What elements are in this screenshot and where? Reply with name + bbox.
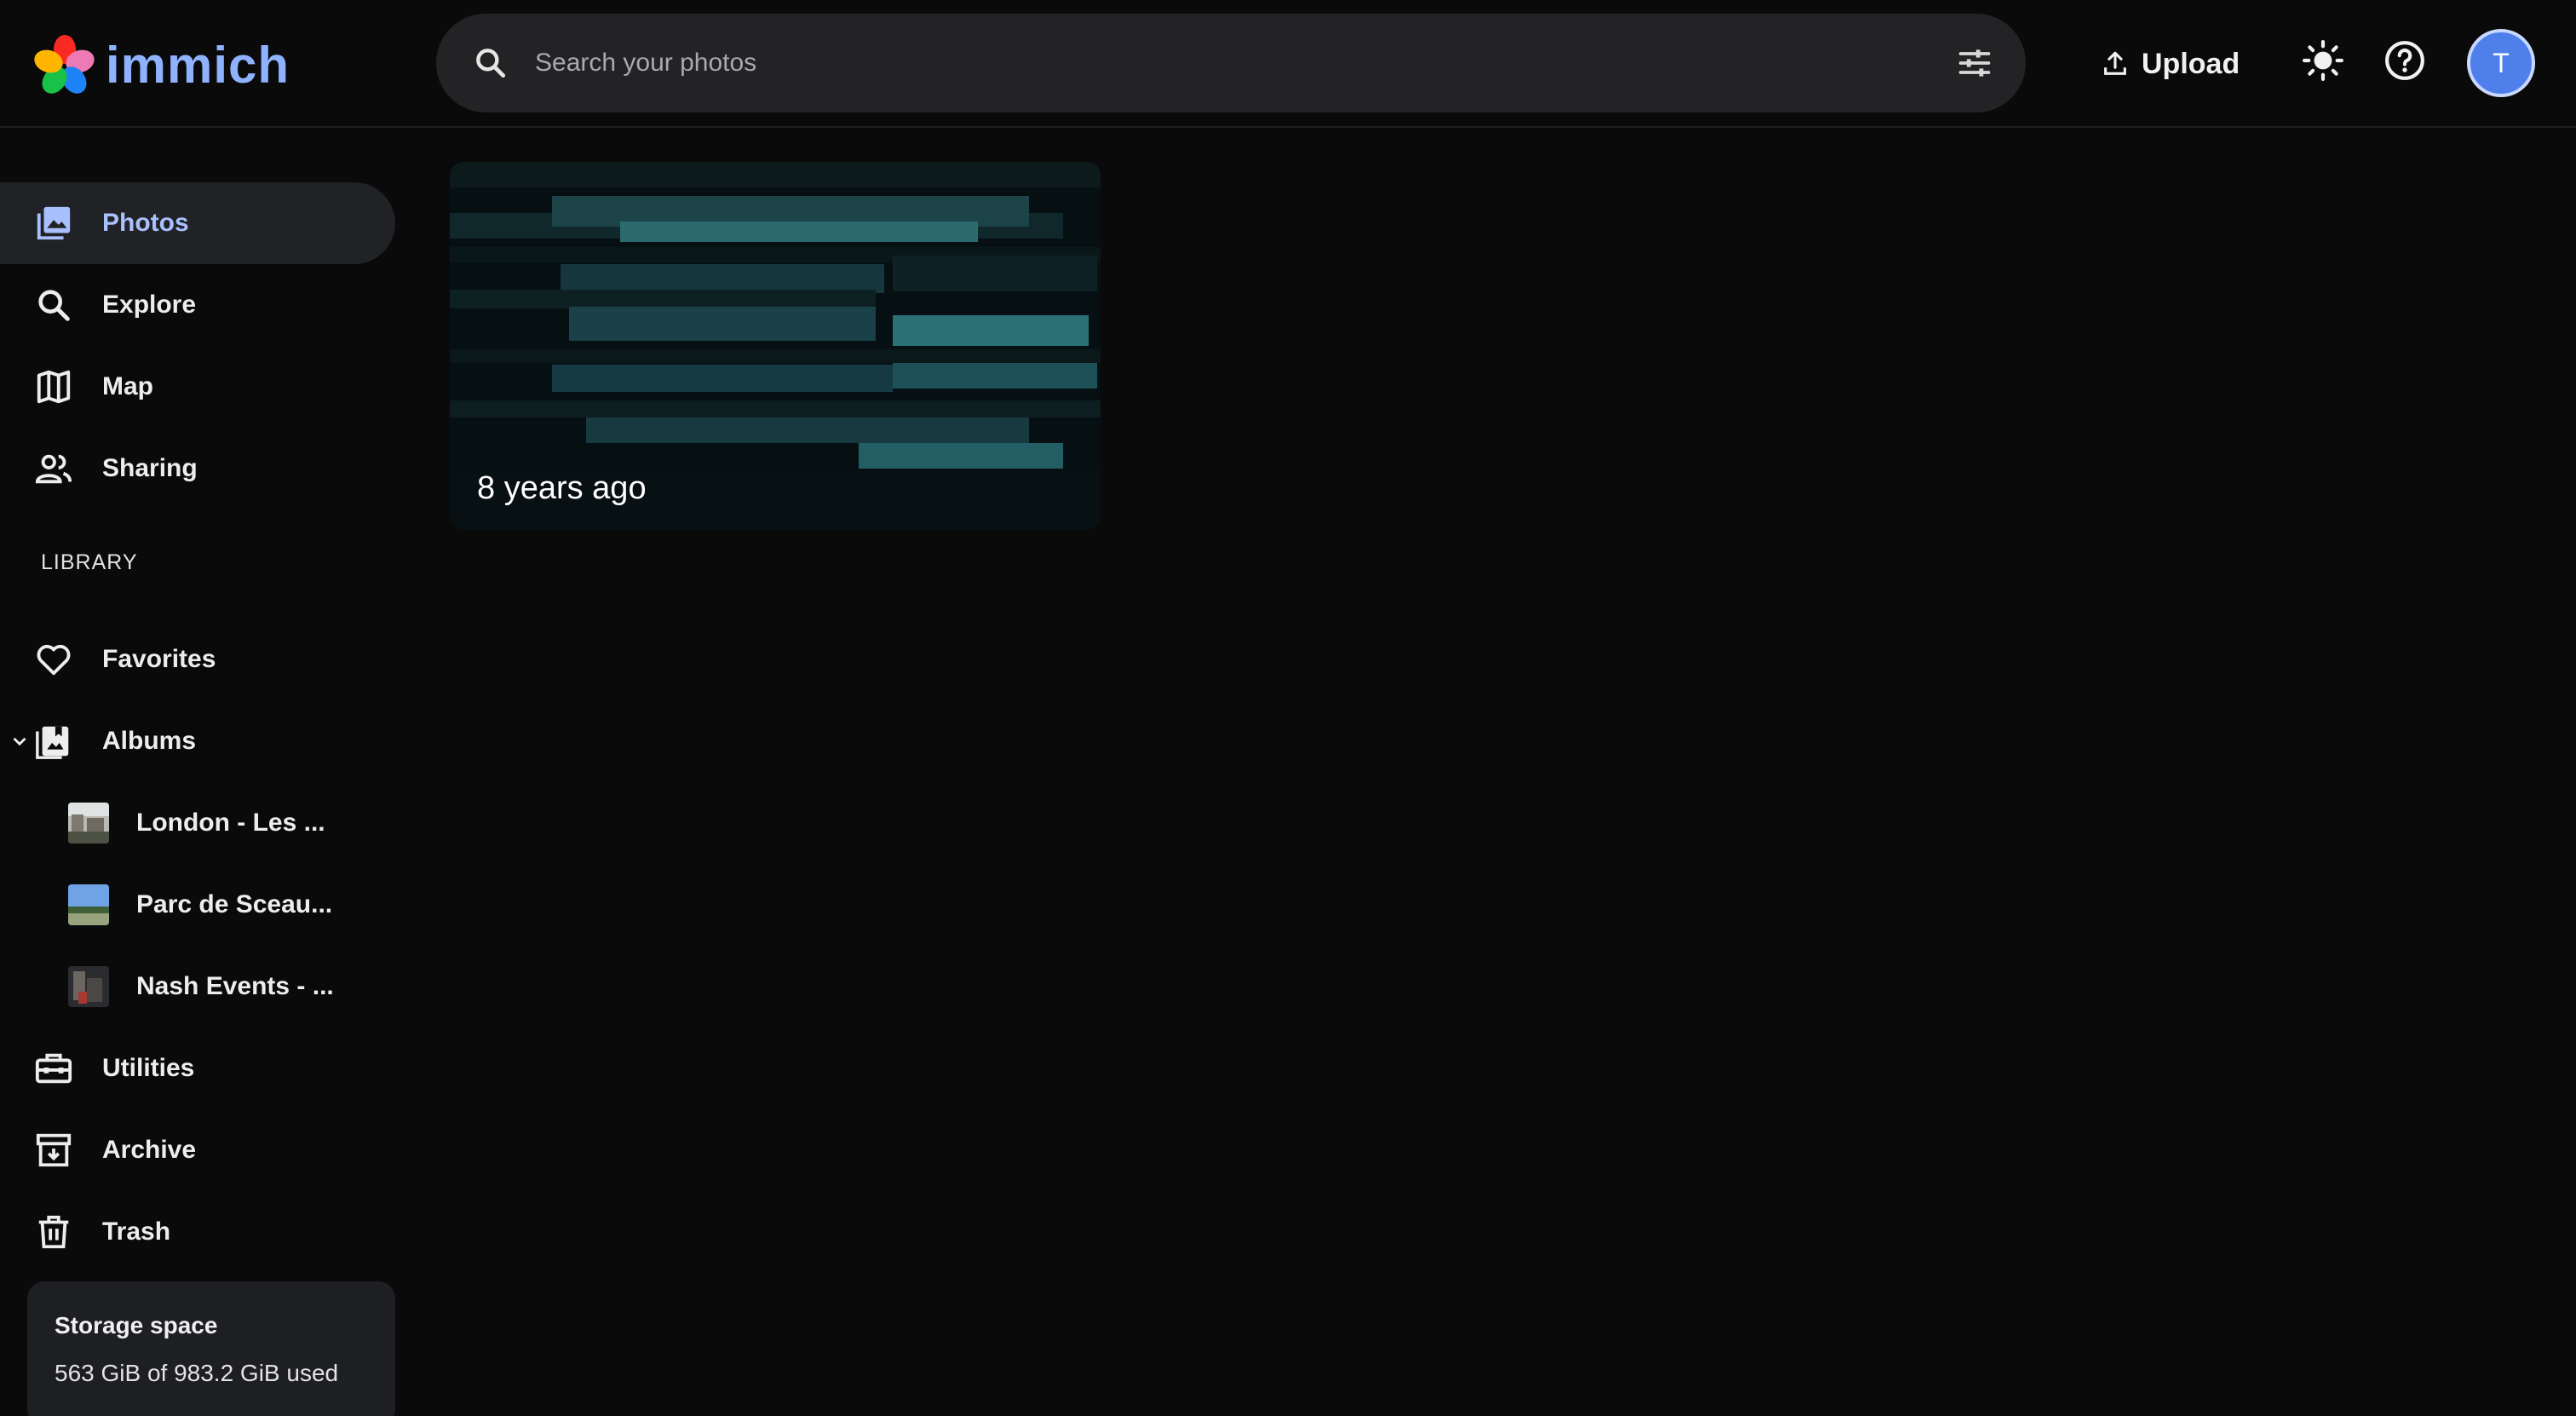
album-icon <box>36 726 69 759</box>
sidebar-item-label: Archive <box>102 1136 197 1164</box>
sidebar-item-map[interactable]: Map <box>0 346 395 428</box>
sidebar-item-label: Favorites <box>102 645 216 673</box>
chevron-down-icon[interactable] <box>9 730 31 752</box>
album-label: Nash Events - ... <box>136 972 334 1000</box>
album-thumbnail <box>68 884 109 925</box>
upload-label: Upload <box>2142 47 2240 80</box>
sidebar-item-label: Sharing <box>102 454 198 482</box>
memory-card[interactable]: 8 years ago <box>450 162 1101 530</box>
archive-icon <box>36 1133 72 1167</box>
sidebar-item-label: Albums <box>102 727 197 755</box>
heart-icon <box>37 644 71 676</box>
sidebar-item-label: Map <box>102 372 153 400</box>
search-input[interactable] <box>535 37 1813 89</box>
photos-icon <box>37 206 71 240</box>
sidebar-item-archive[interactable]: Archive <box>0 1109 395 1191</box>
search-bar <box>436 14 2026 112</box>
upload-icon <box>2104 51 2126 75</box>
sidebar: Photos Explore Map Sharing LIBRARY Favor… <box>0 130 409 1416</box>
people-icon <box>35 454 72 484</box>
sidebar-item-label: Photos <box>102 209 189 237</box>
user-avatar[interactable]: T <box>2467 29 2535 97</box>
memory-caption: 8 years ago <box>477 470 647 506</box>
sidebar-item-label: Trash <box>102 1217 171 1246</box>
app-name: immich <box>106 36 290 94</box>
pinwheel-logo-icon <box>34 35 95 94</box>
sidebar-album-nash-events[interactable]: Nash Events - ... <box>0 946 395 1027</box>
sidebar-item-photos[interactable]: Photos <box>0 182 395 264</box>
trash-icon <box>38 1215 69 1249</box>
tune-filter-icon[interactable] <box>1956 44 1993 82</box>
toolbox-icon <box>35 1053 72 1084</box>
sidebar-item-label: Explore <box>102 291 197 319</box>
search-icon <box>38 290 70 321</box>
sidebar-item-sharing[interactable]: Sharing <box>0 428 395 509</box>
storage-title: Storage space <box>55 1312 218 1338</box>
sidebar-album-london[interactable]: London - Les ... <box>0 782 395 864</box>
sidebar-item-explore[interactable]: Explore <box>0 264 395 346</box>
immich-app: immich Upload <box>0 0 2576 1416</box>
sidebar-item-albums[interactable]: Albums <box>0 700 395 782</box>
album-thumbnail <box>68 966 109 1007</box>
sidebar-album-parc-de-sceaux[interactable]: Parc de Sceau... <box>0 864 395 946</box>
top-bar: immich Upload <box>0 0 2576 128</box>
sidebar-item-label: Utilities <box>102 1054 195 1082</box>
sidebar-item-utilities[interactable]: Utilities <box>0 1027 395 1109</box>
album-label: London - Les ... <box>136 809 325 837</box>
upload-button[interactable]: Upload <box>2101 34 2240 94</box>
map-icon <box>37 370 71 404</box>
help-icon[interactable] <box>2383 39 2426 82</box>
theme-toggle-sun-icon[interactable] <box>2302 39 2344 82</box>
album-label: Parc de Sceau... <box>136 890 333 918</box>
storage-usage: 563 GiB of 983.2 GiB used <box>55 1360 339 1386</box>
search-icon[interactable] <box>472 44 509 82</box>
album-thumbnail <box>68 803 109 843</box>
sidebar-item-trash[interactable]: Trash <box>0 1191 395 1273</box>
library-section-label: LIBRARY <box>41 550 138 574</box>
sidebar-item-favorites[interactable]: Favorites <box>0 619 395 700</box>
immich-logo[interactable]: immich <box>34 32 290 97</box>
storage-panel: Storage space 563 GiB of 983.2 GiB used <box>27 1281 395 1416</box>
